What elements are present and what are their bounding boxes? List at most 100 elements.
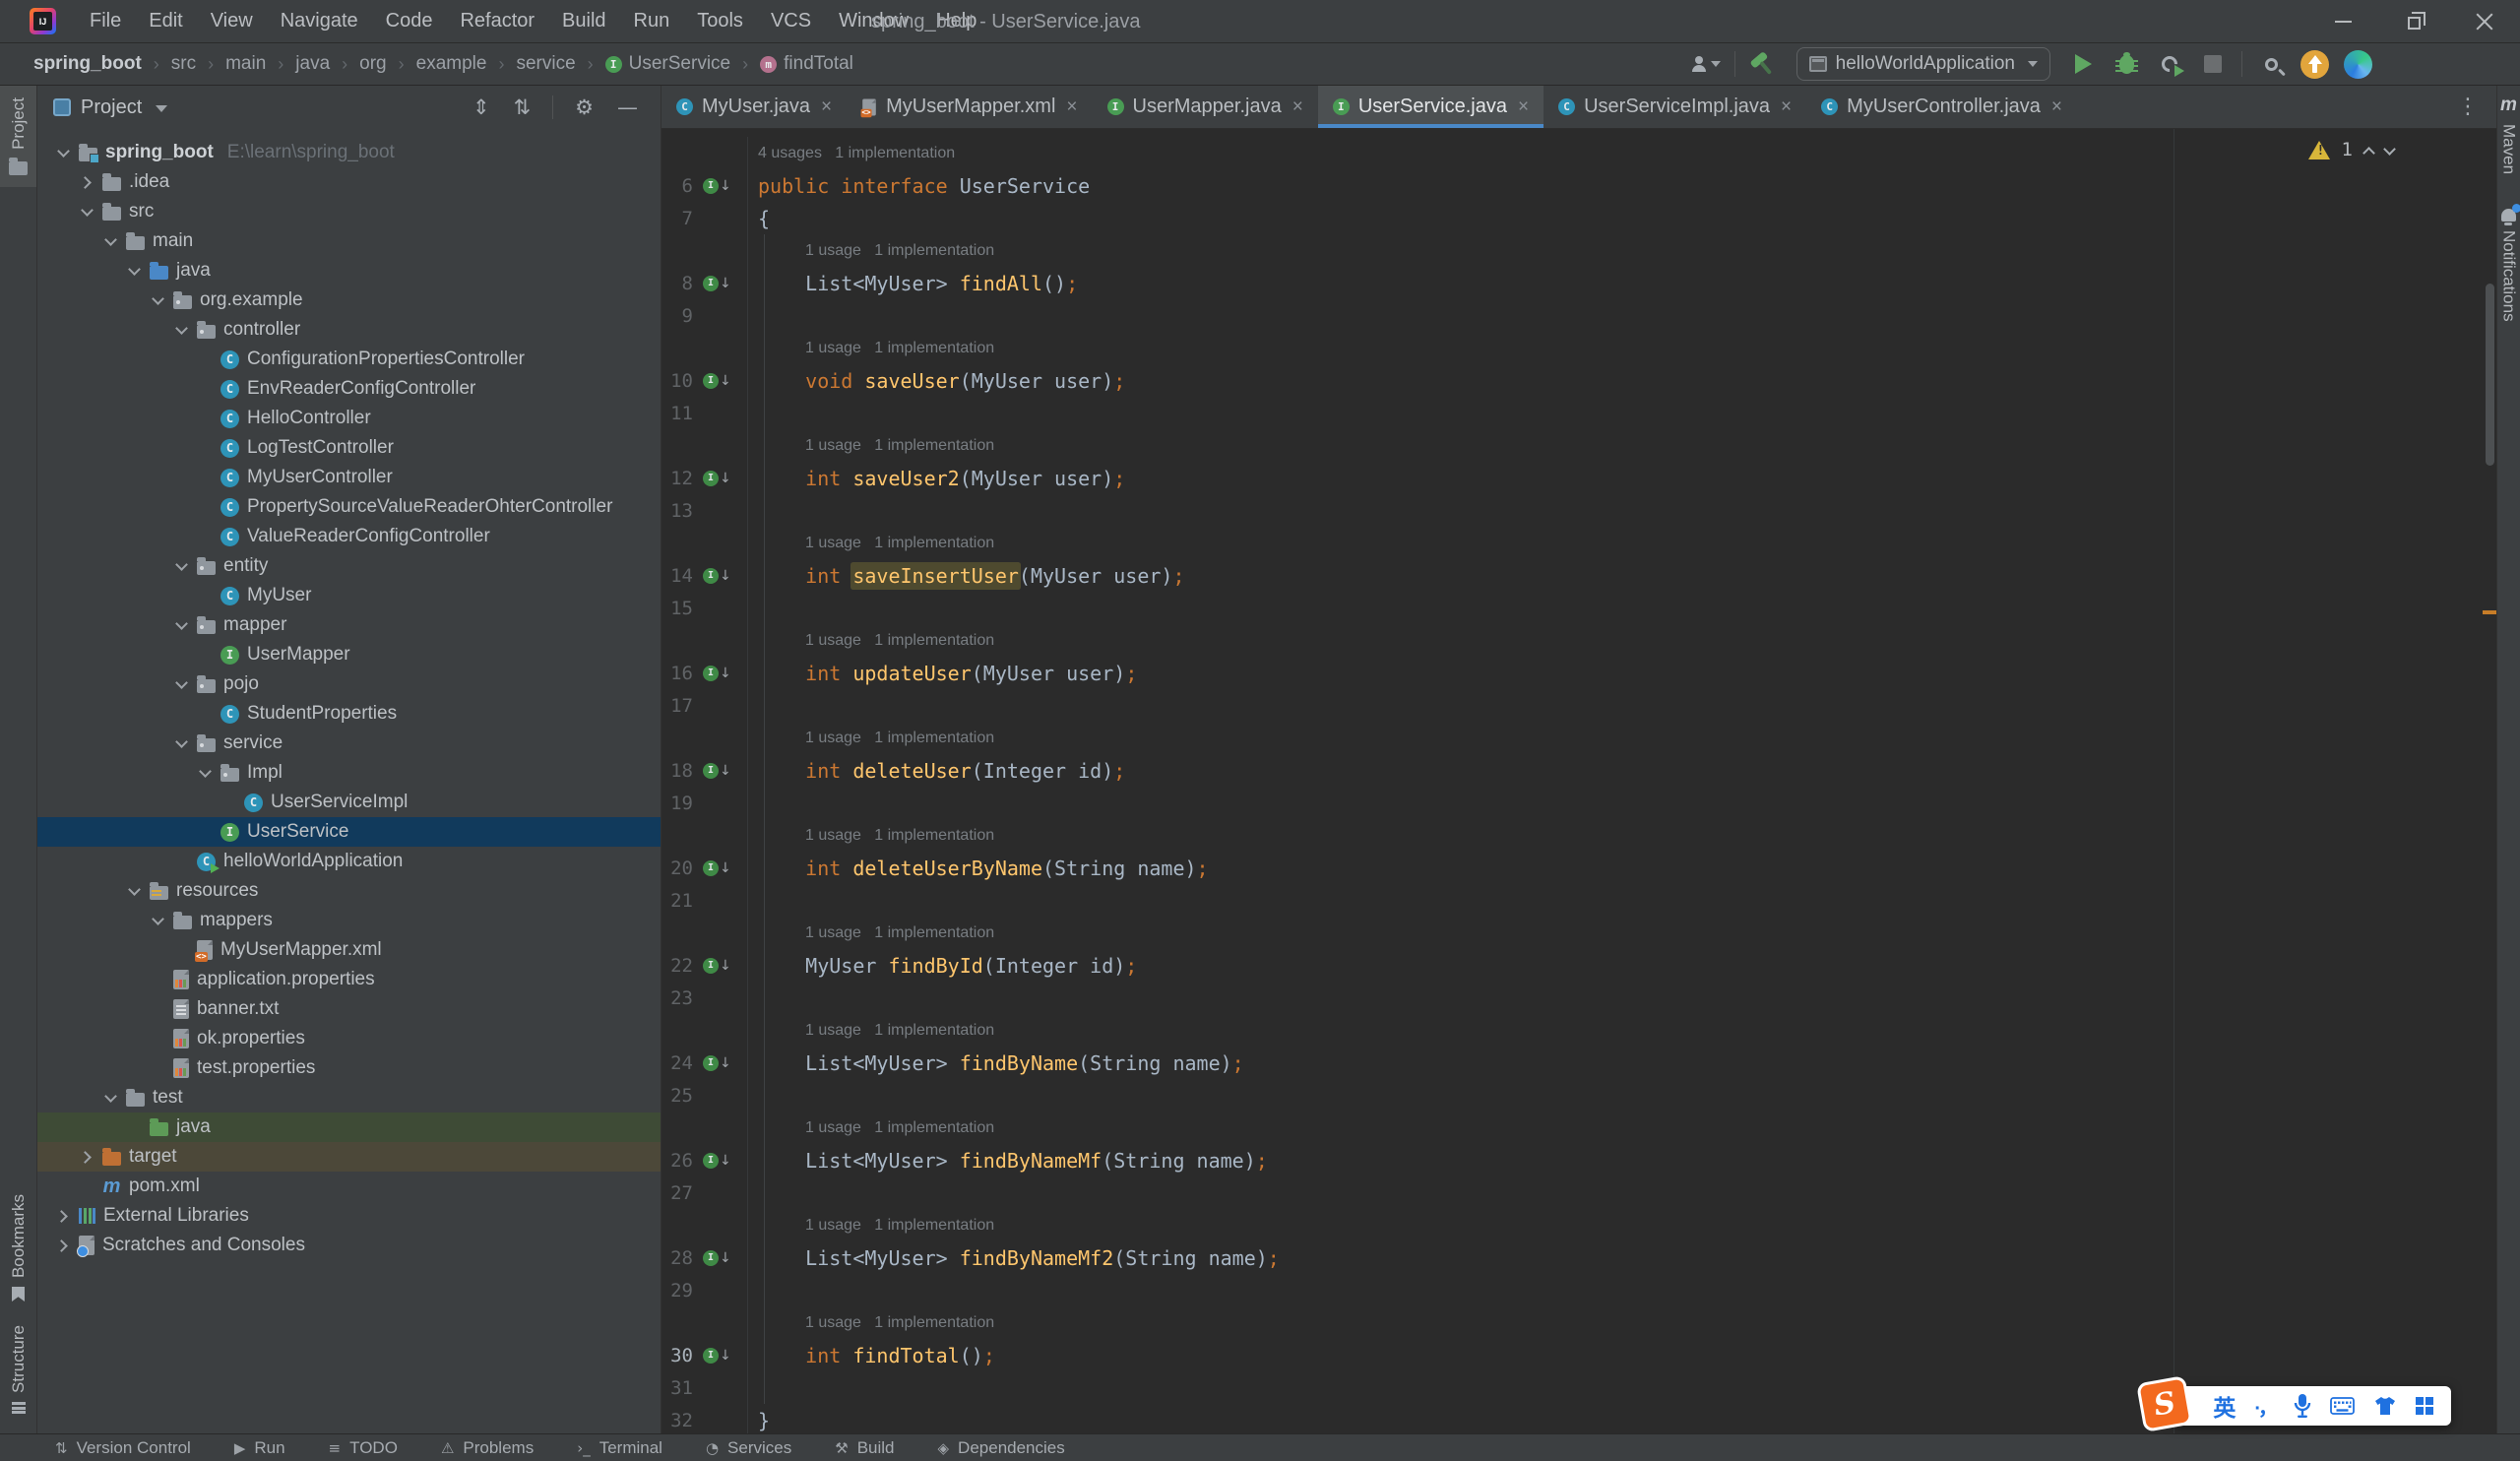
menu-edit[interactable]: Edit	[135, 0, 196, 42]
tree-row[interactable]: C MyUser	[37, 581, 661, 610]
inlay-hint[interactable]: 1 usage 1 implementation	[748, 1014, 2496, 1047]
menu-view[interactable]: View	[197, 0, 267, 42]
code-line[interactable]: 22 I ↓ MyUser findById (Integer id);	[662, 949, 2496, 982]
menu-vcs[interactable]: VCS	[757, 0, 825, 42]
tree-row[interactable]: src	[37, 197, 661, 226]
chevron-expanded-icon[interactable]	[150, 292, 165, 308]
chevron-expanded-icon[interactable]	[150, 913, 165, 928]
breadcrumb-item[interactable]: service	[516, 53, 575, 75]
tab-UserService.java[interactable]: I UserService.java ×	[1317, 86, 1544, 128]
inlay-hint-row[interactable]: 1 usage 1 implementation	[662, 1112, 2496, 1144]
update-icon[interactable]	[2300, 47, 2329, 81]
breadcrumb-item[interactable]: I UserService	[604, 53, 730, 75]
tree-row[interactable]: application.properties	[37, 965, 661, 994]
code-text[interactable]: int deleteUser (Integer id);	[748, 754, 2496, 787]
code-line[interactable]: 6 I ↓ public interface UserService	[662, 169, 2496, 202]
tree-row[interactable]: org.example	[37, 286, 661, 315]
code-text[interactable]: List<MyUser> findAll();	[748, 267, 2496, 299]
tree-row[interactable]: java	[37, 256, 661, 286]
tree-row[interactable]: I UserMapper	[37, 640, 661, 669]
inlay-hint[interactable]: 1 usage 1 implementation	[748, 819, 2496, 852]
breadcrumb-item[interactable]: spring_boot	[33, 53, 142, 75]
inlay-hint-row[interactable]: 1 usage 1 implementation	[662, 819, 2496, 852]
code-line[interactable]: 23	[662, 982, 2496, 1014]
tree-row[interactable]: pojo	[37, 669, 661, 699]
chevron-expanded-icon[interactable]	[102, 233, 118, 249]
menu-run[interactable]: Run	[620, 0, 684, 42]
tab-MyUserController.java[interactable]: C MyUserController.java ×	[1806, 86, 2077, 128]
tree-row[interactable]: C LogTestController	[37, 433, 661, 463]
tree-row[interactable]: entity	[37, 551, 661, 581]
toolbox-grid-icon[interactable]	[2416, 1397, 2433, 1415]
chevron-expanded-icon[interactable]	[126, 883, 142, 899]
inlay-hint[interactable]: 1 usage 1 implementation	[748, 1112, 2496, 1144]
restore-icon[interactable]	[2378, 0, 2449, 42]
code-text[interactable]: int saveInsertUser (MyUser user);	[748, 559, 2496, 592]
chevron-expanded-icon[interactable]	[173, 617, 189, 633]
menu-tools[interactable]: Tools	[683, 0, 757, 42]
code-text[interactable]: int findTotal();	[748, 1339, 2496, 1371]
skin-icon[interactable]	[2373, 1396, 2397, 1416]
close-tab-icon[interactable]: ×	[1518, 96, 1529, 118]
chevron-expanded-icon[interactable]	[173, 735, 189, 751]
chevron-collapsed-icon[interactable]	[55, 1238, 71, 1253]
code-line[interactable]: 19	[662, 787, 2496, 819]
collapse-all-icon[interactable]: ⇅	[507, 96, 538, 118]
code-viewport[interactable]: 4 usages 1 implementation 6 I ↓ public inter…	[662, 129, 2496, 1433]
project-panel-title[interactable]: Project	[81, 96, 142, 119]
inlay-hint-row[interactable]: 1 usage 1 implementation	[662, 1209, 2496, 1241]
inlay-hint-row[interactable]: 4 usages 1 implementation	[662, 137, 2496, 169]
debug-button[interactable]	[2111, 47, 2141, 81]
code-text[interactable]	[748, 982, 2496, 1014]
close-tab-icon[interactable]: ×	[1066, 96, 1077, 118]
breadcrumb-item[interactable]: example	[416, 53, 487, 75]
inlay-hint-row[interactable]: 1 usage 1 implementation	[662, 429, 2496, 462]
code-line[interactable]: 14 I ↓ int saveInsertUser (MyUser user);	[662, 559, 2496, 592]
code-line[interactable]: 8 I ↓ List<MyUser> findAll();	[662, 267, 2496, 299]
inlay-hint-row[interactable]: 1 usage 1 implementation	[662, 722, 2496, 754]
tool-strip-button-maven[interactable]: m Maven	[2499, 95, 2519, 175]
inlay-hint[interactable]: 1 usage 1 implementation	[748, 917, 2496, 949]
code-text[interactable]	[748, 1176, 2496, 1209]
code-text[interactable]	[748, 787, 2496, 819]
chevron-expanded-icon[interactable]	[173, 676, 189, 692]
inlay-hint[interactable]: 1 usage 1 implementation	[748, 429, 2496, 462]
tree-row[interactable]: Scratches and Consoles	[37, 1231, 661, 1260]
inlay-hint[interactable]: 1 usage 1 implementation	[748, 332, 2496, 364]
hide-panel-icon[interactable]: —	[610, 96, 645, 118]
tree-row[interactable]: Impl	[37, 758, 661, 788]
run-configuration-select[interactable]: helloWorldApplication	[1796, 47, 2050, 81]
tree-row[interactable]: External Libraries	[37, 1201, 661, 1231]
code-text[interactable]	[748, 1079, 2496, 1112]
tree-row[interactable]: C HelloController	[37, 404, 661, 433]
chevron-expanded-icon[interactable]	[173, 322, 189, 338]
code-line[interactable]: 21	[662, 884, 2496, 917]
inlay-hint[interactable]: 1 usage 1 implementation	[748, 1306, 2496, 1339]
chevron-expanded-icon[interactable]	[126, 263, 142, 279]
tree-row[interactable]: service	[37, 729, 661, 758]
code-text[interactable]: List<MyUser> findByNameMf (String name);	[748, 1144, 2496, 1176]
breadcrumb-item[interactable]: src	[171, 53, 196, 75]
tab-MyUserMapper.xml[interactable]: <> MyUserMapper.xml ×	[847, 86, 1092, 128]
tree-row[interactable]: ok.properties	[37, 1024, 661, 1053]
chevron-expanded-icon[interactable]	[79, 204, 94, 220]
statusbar-build[interactable]: ⚒ Build	[835, 1438, 894, 1458]
menu-build[interactable]: Build	[548, 0, 619, 42]
implemented-marker-icon[interactable]: I ↓	[703, 567, 731, 584]
code-text[interactable]: {	[748, 202, 2496, 234]
tree-row[interactable]: .idea	[37, 167, 661, 197]
tool-strip-button-project[interactable]: Project	[0, 86, 36, 187]
prev-issue-icon[interactable]	[2362, 146, 2375, 159]
inlay-hint[interactable]: 1 usage 1 implementation	[748, 527, 2496, 559]
gear-icon[interactable]: ⚙	[568, 96, 600, 118]
tab-UserServiceImpl.java[interactable]: C UserServiceImpl.java ×	[1544, 86, 1806, 128]
run-button[interactable]	[2068, 47, 2098, 81]
inlay-hint-row[interactable]: 1 usage 1 implementation	[662, 917, 2496, 949]
code-text[interactable]: int deleteUserByName (String name);	[748, 852, 2496, 884]
chevron-collapsed-icon[interactable]	[55, 1208, 71, 1224]
code-text[interactable]: int saveUser2 (MyUser user);	[748, 462, 2496, 494]
inlay-hint-row[interactable]: 1 usage 1 implementation	[662, 527, 2496, 559]
tree-row[interactable]: mapper	[37, 610, 661, 640]
code-text[interactable]: MyUser findById (Integer id);	[748, 949, 2496, 982]
inlay-hint[interactable]: 1 usage 1 implementation	[748, 234, 2496, 267]
